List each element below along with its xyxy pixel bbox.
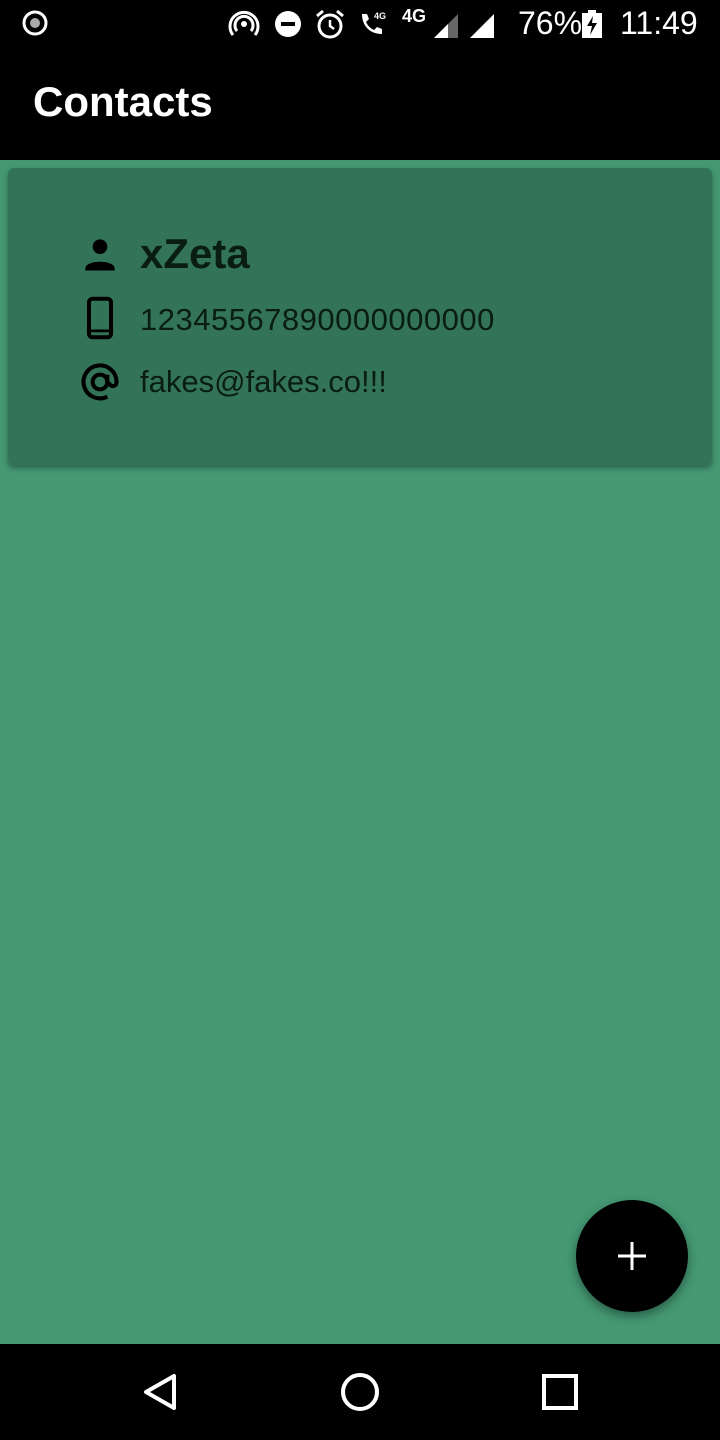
contact-name: xZeta (140, 230, 250, 277)
signal-icon (470, 14, 494, 38)
back-icon[interactable] (134, 1366, 186, 1418)
phone-icon (86, 296, 114, 340)
battery-percent: 76% (518, 5, 583, 41)
wifi-call-icon: 4G (362, 11, 386, 34)
battery-charging-icon (582, 10, 602, 38)
add-icon (618, 1242, 646, 1270)
hotspot-icon (228, 10, 260, 36)
person-icon (85, 239, 115, 271)
contact-email: fakes@fakes.co!!! (140, 364, 387, 399)
signal-icon (434, 14, 458, 38)
screen: 4G 4G 76% 11:49 Contacts xZeta 123455678… (0, 0, 720, 1440)
network-type-label: 4G (402, 6, 427, 26)
app-bar: Contacts (0, 48, 720, 160)
home-icon[interactable] (334, 1366, 386, 1418)
recents-icon[interactable] (534, 1366, 586, 1418)
screen-record-icon (22, 10, 48, 36)
add-contact-button[interactable] (576, 1200, 688, 1312)
navigation-bar (0, 1344, 720, 1440)
at-icon (81, 363, 119, 401)
page-title: Contacts (33, 78, 213, 125)
alarm-icon (316, 9, 344, 39)
contact-card[interactable]: xZeta 12345567890000000000 fakes@fakes.c… (8, 168, 712, 465)
contact-phone: 12345567890000000000 (140, 302, 495, 337)
clock: 11:49 (620, 5, 698, 41)
svg-text:4G: 4G (374, 11, 386, 21)
do-not-disturb-icon (275, 11, 301, 37)
status-bar: 4G 4G 76% 11:49 (0, 0, 720, 48)
